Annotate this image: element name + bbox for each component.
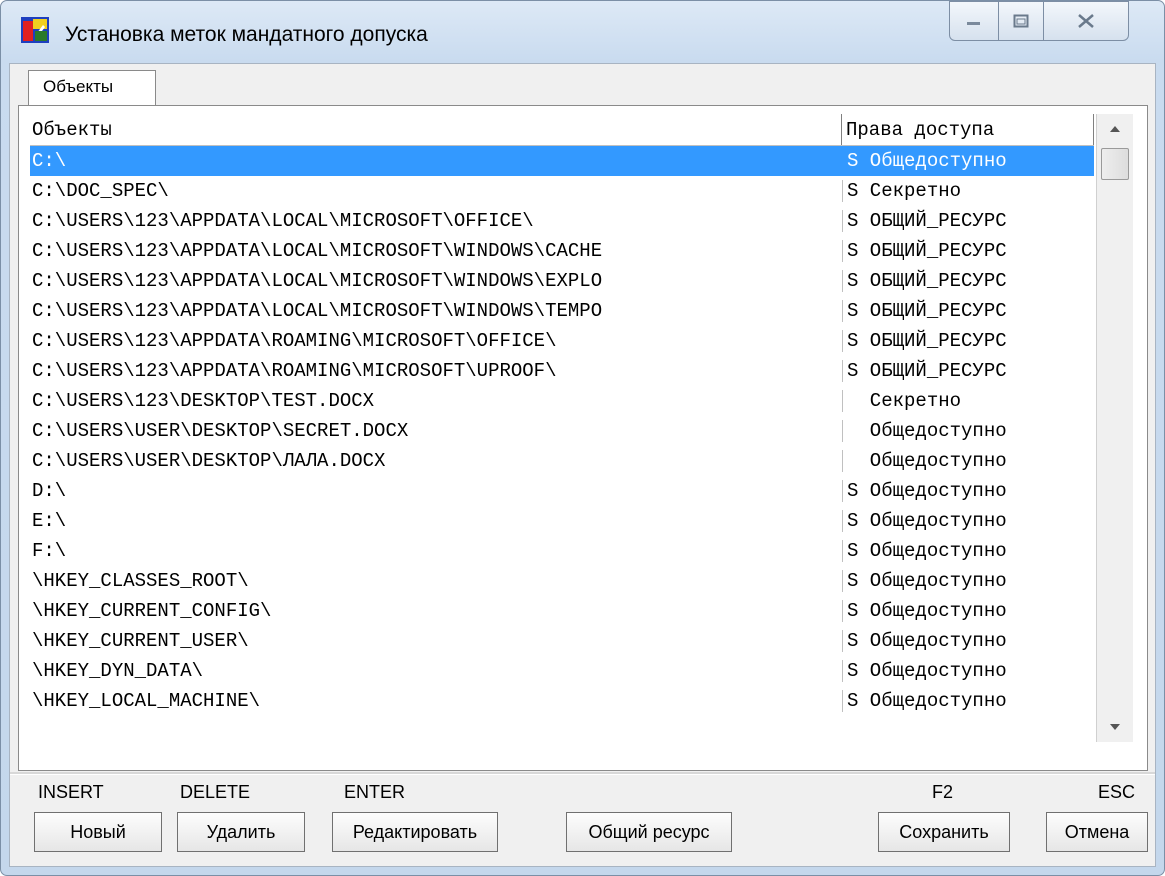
maximize-icon [1013,14,1029,28]
column-divider [1093,114,1094,145]
row-access-rights: S ОБЩИЙ_РЕСУРС [842,300,1094,322]
column-divider[interactable] [841,114,842,145]
row-access-rights: S ОБЩИЙ_РЕСУРС [842,330,1094,352]
minimize-button[interactable] [949,1,999,41]
row-object-path: C:\USERS\123\APPDATA\LOCAL\MICROSOFT\OFF… [32,210,534,232]
row-access-rights: S Общедоступно [842,540,1094,562]
save-button[interactable]: Сохранить [878,812,1010,852]
tab-objects[interactable]: Объекты [28,70,156,106]
list-row[interactable]: C:\USERS\123\APPDATA\LOCAL\MICROSOFT\OFF… [30,206,1094,236]
list-row[interactable]: E:\ S Общедоступно [30,506,1094,536]
list-row[interactable]: \HKEY_LOCAL_MACHINE\ S Общедоступно [30,686,1094,716]
scroll-down-button[interactable] [1097,712,1133,742]
row-access-rights: S Общедоступно [842,150,1094,172]
row-object-path: \HKEY_CLASSES_ROOT\ [32,570,249,592]
list-row[interactable]: \HKEY_CLASSES_ROOT\ S Общедоступно [30,566,1094,596]
list-row[interactable]: D:\ S Общедоступно [30,476,1094,506]
main-window: Установка меток мандатного допуска Объек… [0,0,1165,876]
title-bar[interactable]: Установка меток мандатного допуска [1,1,1164,63]
row-object-path: C:\USERS\123\APPDATA\LOCAL\MICROSOFT\WIN… [32,240,603,262]
row-access-rights: S Общедоступно [842,600,1094,622]
maximize-button[interactable] [998,1,1044,41]
row-object-path: C:\USERS\123\APPDATA\ROAMING\MICROSOFT\O… [32,330,557,352]
row-object-path: E:\ [32,510,67,532]
hotkey-insert: INSERT [38,782,104,802]
row-object-path: C:\USERS\USER\DESKTOP\SECRET.DOCX [32,420,409,442]
scroll-up-arrow-icon [1110,126,1120,132]
list-row[interactable]: C:\USERS\123\APPDATA\LOCAL\MICROSOFT\WIN… [30,296,1094,326]
row-object-path: D:\ [32,480,67,502]
row-object-path: C:\DOC_SPEC\ [32,180,169,202]
close-icon [1078,14,1094,28]
hotkey-f2: F2 [932,782,954,802]
list-row[interactable]: C:\USERS\123\APPDATA\LOCAL\MICROSOFT\WIN… [30,266,1094,296]
list-row[interactable]: C:\ S Общедоступно [30,146,1094,176]
row-access-rights: S ОБЩИЙ_РЕСУРС [842,210,1094,232]
row-object-path: C:\USERS\123\DESKTOP\TEST.DOCX [32,390,375,412]
row-access-rights: S Общедоступно [842,660,1094,682]
client-area: Объекты Объекты Права доступа C:\ S Общед… [9,63,1156,867]
separator [10,772,1155,775]
row-object-path: C:\USERS\USER\DESKTOP\ЛАЛА.DOCX [32,450,386,472]
list-header: Объекты Права доступа [30,114,1094,146]
scroll-down-arrow-icon [1110,724,1120,730]
scrollbar-thumb[interactable] [1101,148,1129,180]
column-header-rights[interactable]: Права доступа [846,119,994,141]
list-row[interactable]: C:\USERS\123\APPDATA\LOCAL\MICROSOFT\WIN… [30,236,1094,266]
row-access-rights: S Общедоступно [842,570,1094,592]
list-row[interactable]: C:\USERS\123\DESKTOP\TEST.DOCX Секретно [30,386,1094,416]
objects-list[interactable]: Объекты Права доступа C:\ S Общедоступно C… [30,114,1094,742]
scroll-up-button[interactable] [1097,114,1133,144]
row-access-rights: S Общедоступно [842,630,1094,652]
edit-button[interactable]: Редактировать [332,812,498,852]
row-object-path: \HKEY_DYN_DATA\ [32,660,204,682]
row-object-path: F:\ [32,540,67,562]
row-access-rights: Общедоступно [842,420,1094,442]
row-access-rights: S Общедоступно [842,690,1094,712]
row-object-path: C:\USERS\123\APPDATA\LOCAL\MICROSOFT\WIN… [32,270,603,292]
row-access-rights: S Общедоступно [842,510,1094,532]
list-row[interactable]: \HKEY_CURRENT_USER\ S Общедоступно [30,626,1094,656]
row-access-rights: S Секретно [842,180,1094,202]
row-access-rights: S ОБЩИЙ_РЕСУРС [842,270,1094,292]
list-row[interactable]: C:\USERS\USER\DESKTOP\ЛАЛА.DOCX Общедост… [30,446,1094,476]
list-row[interactable]: F:\ S Общедоступно [30,536,1094,566]
column-header-objects[interactable]: Объекты [32,119,832,141]
hotkey-esc: ESC [1098,782,1136,802]
row-access-rights: S ОБЩИЙ_РЕСУРС [842,360,1094,382]
list-row[interactable]: C:\DOC_SPEC\ S Секретно [30,176,1094,206]
row-object-path: C:\ [32,150,67,172]
row-object-path: C:\USERS\123\APPDATA\ROAMING\MICROSOFT\U… [32,360,557,382]
row-access-rights: S ОБЩИЙ_РЕСУРС [842,240,1094,262]
window-title: Установка меток мандатного допуска [65,23,428,46]
list-row[interactable]: C:\USERS\123\APPDATA\ROAMING\MICROSOFT\U… [30,356,1094,386]
row-access-rights: Секретно [842,390,1094,412]
row-access-rights: Общедоступно [842,450,1094,472]
new-button[interactable]: Новый [34,812,162,852]
list-row[interactable]: C:\USERS\123\APPDATA\ROAMING\MICROSOFT\O… [30,326,1094,356]
row-access-rights: S Общедоступно [842,480,1094,502]
delete-button[interactable]: Удалить [177,812,305,852]
list-row[interactable]: \HKEY_DYN_DATA\ S Общедоступно [30,656,1094,686]
button-bar: INSERT DELETE ENTER F2 ESC Новый Удалить… [10,772,1155,866]
hotkey-delete: DELETE [180,782,251,802]
vertical-scrollbar[interactable] [1096,114,1133,742]
list-row[interactable]: C:\USERS\USER\DESKTOP\SECRET.DOCX Общедо… [30,416,1094,446]
close-button[interactable] [1043,1,1129,41]
row-object-path: C:\USERS\123\APPDATA\LOCAL\MICROSOFT\WIN… [32,300,603,322]
row-object-path: \HKEY_CURRENT_USER\ [32,630,249,652]
hotkey-enter: ENTER [344,782,406,802]
shared-resource-button[interactable]: Общий ресурс [566,812,732,852]
minimize-icon [967,22,980,25]
cancel-button[interactable]: Отмена [1046,812,1148,852]
list-row[interactable]: \HKEY_CURRENT_CONFIG\ S Общедоступно [30,596,1094,626]
app-icon [21,17,49,43]
row-object-path: \HKEY_LOCAL_MACHINE\ [32,690,261,712]
row-object-path: \HKEY_CURRENT_CONFIG\ [32,600,272,622]
